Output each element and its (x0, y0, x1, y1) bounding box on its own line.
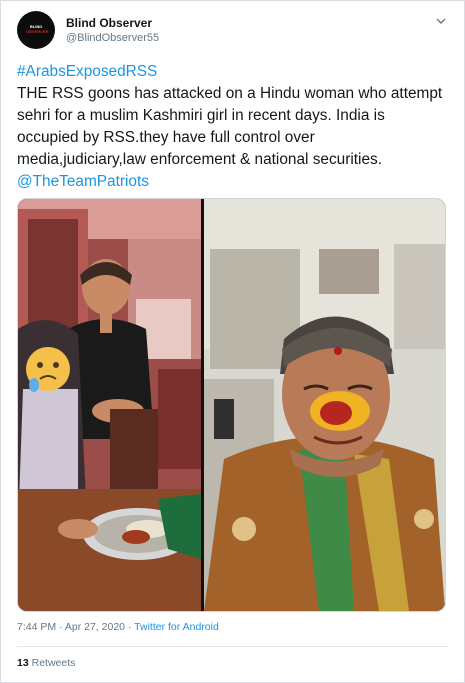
retweet-label: Retweets (31, 657, 76, 669)
author-name[interactable]: Blind Observer (66, 16, 152, 30)
divider (17, 646, 448, 647)
tweet-text: #ArabsExposedRSS THE RSS goons has attac… (17, 61, 447, 193)
tweet-body: THE RSS goons has attacked on a Hindu wo… (17, 85, 443, 168)
mention-link[interactable]: @TheTeamPatriots (17, 173, 149, 190)
retweet-count: 13 (17, 657, 29, 669)
meta-separator: · (59, 621, 63, 633)
source-app-link[interactable]: Twitter for Android (134, 621, 219, 633)
chevron-down-icon[interactable] (435, 15, 447, 27)
avatar-logo: BLIND OBSERVER (26, 24, 49, 34)
tweet-card: BLIND OBSERVER Blind Observer @BlindObse… (0, 0, 465, 683)
retweet-stats[interactable]: 13 Retweets (17, 657, 75, 669)
tweet-media[interactable] (17, 198, 446, 612)
avatar[interactable]: BLIND OBSERVER (17, 11, 55, 49)
tweet-meta: 7:44 PM · Apr 27, 2020 · Twitter for And… (17, 621, 219, 633)
author-handle[interactable]: @BlindObserver55 (66, 32, 159, 44)
meta-separator-2: · (127, 621, 132, 633)
photo-right[interactable] (204, 199, 445, 611)
tweet-header: BLIND OBSERVER Blind Observer @BlindObse… (17, 11, 447, 51)
tweet-date[interactable]: Apr 27, 2020 (65, 621, 125, 633)
photo-left[interactable] (18, 199, 201, 611)
tweet-time[interactable]: 7:44 PM (17, 621, 56, 633)
hashtag-link[interactable]: #ArabsExposedRSS (17, 63, 157, 80)
